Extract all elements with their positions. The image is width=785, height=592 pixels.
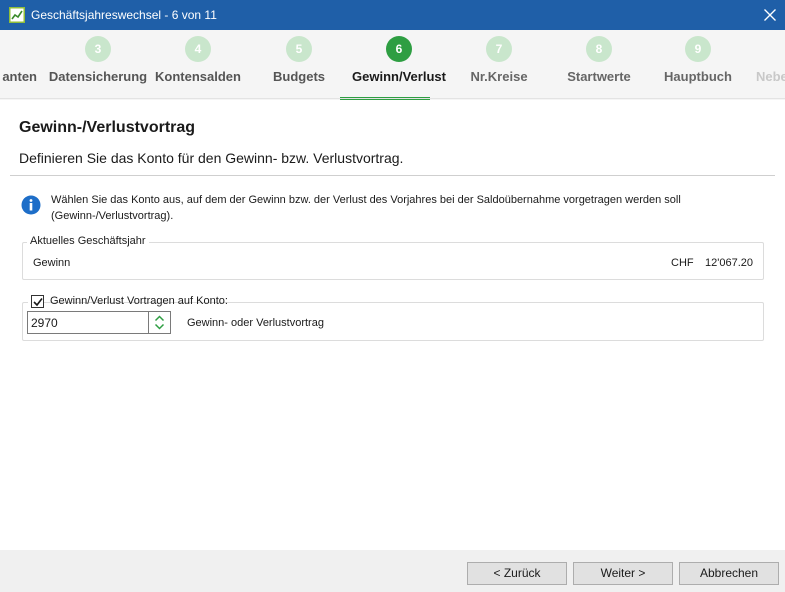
step-item: Nebe — [756, 36, 785, 96]
step-number: 5 — [286, 36, 312, 62]
header-divider — [10, 175, 775, 176]
account-lookup-button[interactable] — [148, 311, 171, 334]
back-button[interactable]: < Zurück — [467, 562, 567, 585]
step-number: 7 — [486, 36, 512, 62]
carry-forward-checkbox-label: Gewinn/Verlust Vortragen auf Konto: — [50, 295, 228, 307]
chart-app-icon — [9, 7, 25, 23]
info-icon — [21, 195, 41, 215]
step-item: 9 Hauptbuch — [638, 36, 758, 96]
step-number: 4 — [185, 36, 211, 62]
wizard-steps: 2 anten 3 Datensicherung 4 Kontensalden … — [0, 30, 785, 100]
title-bar: Geschäftsjahreswechsel - 6 von 11 — [0, 0, 785, 30]
step-label: Hauptbuch — [664, 69, 732, 84]
account-number-input[interactable] — [27, 311, 149, 334]
current-year-group — [22, 242, 764, 280]
info-text: Wählen Sie das Konto aus, auf dem der Ge… — [51, 194, 681, 222]
next-button[interactable]: Weiter > — [573, 562, 673, 585]
step-number: 3 — [85, 36, 111, 62]
page-title: Gewinn-/Verlustvortrag — [19, 119, 196, 136]
window-title: Geschäftsjahreswechsel - 6 von 11 — [31, 8, 217, 22]
step-number: 9 — [685, 36, 711, 62]
close-button[interactable] — [755, 0, 785, 30]
current-year-legend: Aktuelles Geschäftsjahr — [27, 235, 149, 247]
carry-forward-checkbox-row[interactable]: Gewinn/Verlust Vortragen auf Konto: — [28, 294, 228, 310]
currency-label: CHF — [671, 257, 694, 269]
step-label: Nebe — [756, 69, 785, 84]
steps-divider — [0, 98, 785, 99]
chevron-up-down-icon — [154, 315, 165, 330]
page-subtitle: Definieren Sie das Konto für den Gewinn-… — [19, 150, 404, 166]
carry-forward-checkbox[interactable] — [31, 295, 44, 308]
close-icon — [764, 9, 776, 21]
profit-amount: 12'067.20 — [705, 257, 753, 269]
step-number: 6 — [386, 36, 412, 62]
account-description: Gewinn- oder Verlustvortrag — [187, 317, 324, 329]
profit-label: Gewinn — [33, 257, 71, 269]
step-label: anten — [2, 69, 37, 84]
cancel-button[interactable]: Abbrechen — [679, 562, 779, 585]
step-item: 2 anten — [0, 36, 40, 96]
step-number: 8 — [586, 36, 612, 62]
checkmark-icon — [33, 298, 43, 307]
